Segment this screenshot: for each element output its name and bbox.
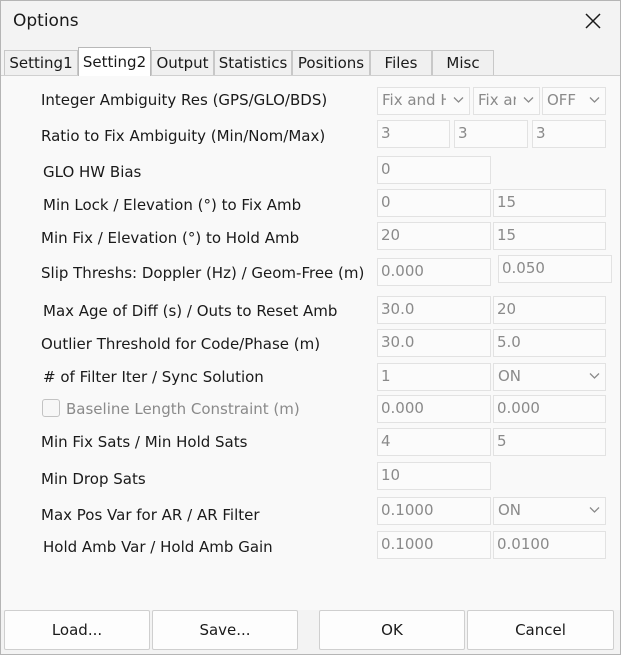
tab-statistics[interactable]: Statistics xyxy=(214,50,292,75)
ratio-min-input[interactable]: 3 xyxy=(377,120,450,148)
save-button[interactable]: Save... xyxy=(152,610,298,650)
close-button[interactable] xyxy=(573,5,613,37)
tab-positions-label: Positions xyxy=(297,54,365,72)
filter-iter-input[interactable]: 1 xyxy=(377,363,491,391)
ratio-fix-label: Ratio to Fix Ambiguity (Min/Nom/Max) xyxy=(41,127,326,145)
hold-amb-var-input[interactable]: 0.1000 xyxy=(377,531,491,559)
glo-hw-bias-input[interactable]: 0 xyxy=(377,156,491,184)
options-dialog: Options Setting1 Setting2 Output Statist… xyxy=(0,0,621,655)
outs-reset-input[interactable]: 20 xyxy=(493,296,606,324)
glo-hw-bias-label: GLO HW Bias xyxy=(43,163,142,181)
tab-files-label: Files xyxy=(384,54,418,72)
ambiguity-glo-select[interactable]: Fix and Hold xyxy=(473,87,540,115)
min-fix-sats-label: Min Fix Sats / Min Hold Sats xyxy=(41,433,248,451)
max-age-input[interactable]: 30.0 xyxy=(377,296,491,324)
slip-geom-free-input[interactable]: 0.050 xyxy=(498,255,612,283)
max-age-label: Max Age of Diff (s) / Outs to Reset Amb xyxy=(43,302,338,320)
hold-amb-gain-input[interactable]: 0.0100 xyxy=(493,531,606,559)
sync-solution-value: ON xyxy=(498,367,522,385)
outlier-label: Outlier Threshold for Code/Phase (m) xyxy=(41,335,321,353)
tab-misc[interactable]: Misc xyxy=(432,50,494,75)
ok-button-label: OK xyxy=(381,621,403,639)
outlier-phase-input[interactable]: 5.0 xyxy=(493,329,606,357)
ar-filter-value: ON xyxy=(498,501,522,519)
max-pos-var-label: Max Pos Var for AR / AR Filter xyxy=(41,506,260,524)
ambiguity-glo-value: Fix and Hold xyxy=(478,91,516,109)
chevron-down-icon xyxy=(589,97,600,103)
min-fix-sats-input[interactable]: 4 xyxy=(377,428,491,456)
filter-iter-label: # of Filter Iter / Sync Solution xyxy=(43,368,264,386)
min-drop-sats-input[interactable]: 10 xyxy=(377,462,491,490)
fix-amb-elevation-input[interactable]: 15 xyxy=(493,189,606,217)
load-button[interactable]: Load... xyxy=(4,610,150,650)
cancel-button[interactable]: Cancel xyxy=(467,610,614,650)
min-drop-sats-label: Min Drop Sats xyxy=(41,470,146,488)
tab-setting1-label: Setting1 xyxy=(9,54,73,72)
chevron-down-icon xyxy=(589,507,600,513)
tab-setting2[interactable]: Setting2 xyxy=(78,47,151,76)
ratio-nom-input[interactable]: 3 xyxy=(454,120,528,148)
tab-files[interactable]: Files xyxy=(370,50,432,75)
tab-positions[interactable]: Positions xyxy=(292,50,370,75)
slip-doppler-input[interactable]: 0.000 xyxy=(377,258,491,286)
window-title: Options xyxy=(13,11,79,31)
hold-amb-elevation-input[interactable]: 15 xyxy=(493,222,606,250)
cancel-button-label: Cancel xyxy=(515,621,566,639)
tab-setting2-label: Setting2 xyxy=(82,53,147,71)
min-fix-elev-label: Min Fix / Elevation (°) to Hold Amb xyxy=(41,229,300,247)
title-bar: Options xyxy=(1,1,620,41)
ambiguity-bds-value: OFF xyxy=(547,91,577,109)
min-fix-input[interactable]: 20 xyxy=(377,222,491,250)
hold-amb-var-label: Hold Amb Var / Hold Amb Gain xyxy=(43,538,273,556)
save-button-label: Save... xyxy=(199,621,251,639)
chevron-down-icon xyxy=(523,97,534,103)
ambiguity-bds-select[interactable]: OFF xyxy=(542,87,606,115)
tab-misc-label: Misc xyxy=(446,54,480,72)
tab-setting1[interactable]: Setting1 xyxy=(4,50,78,75)
sync-solution-select[interactable]: ON xyxy=(493,363,606,391)
chevron-down-icon xyxy=(589,373,600,379)
ambiguity-gps-value: Fix and Hold xyxy=(382,91,446,109)
tab-bar: Setting1 Setting2 Output Statistics Posi… xyxy=(1,47,620,76)
baseline-label: Baseline Length Constraint (m) xyxy=(66,400,300,418)
max-pos-var-input[interactable]: 0.1000 xyxy=(377,497,491,525)
slip-thresh-label: Slip Threshs: Doppler (Hz) / Geom-Free (… xyxy=(41,264,365,282)
ar-filter-select[interactable]: ON xyxy=(493,497,606,525)
integer-ambiguity-label: Integer Ambiguity Res (GPS/GLO/BDS) xyxy=(41,91,328,109)
min-lock-elev-label: Min Lock / Elevation (°) to Fix Amb xyxy=(43,196,302,214)
chevron-down-icon xyxy=(453,97,464,103)
baseline-checkbox[interactable] xyxy=(42,399,60,417)
baseline-length-input[interactable]: 0.000 xyxy=(377,395,491,423)
min-hold-sats-input[interactable]: 5 xyxy=(493,428,606,456)
ambiguity-gps-select[interactable]: Fix and Hold xyxy=(377,87,470,115)
load-button-label: Load... xyxy=(51,621,103,639)
min-lock-input[interactable]: 0 xyxy=(377,189,491,217)
close-icon xyxy=(585,13,601,29)
tab-statistics-label: Statistics xyxy=(218,54,288,72)
outlier-code-input[interactable]: 30.0 xyxy=(377,329,491,357)
tab-output-label: Output xyxy=(156,54,209,72)
tab-output[interactable]: Output xyxy=(151,50,214,75)
ratio-max-input[interactable]: 3 xyxy=(532,120,606,148)
ok-button[interactable]: OK xyxy=(319,610,465,650)
baseline-sigma-input[interactable]: 0.000 xyxy=(493,395,606,423)
